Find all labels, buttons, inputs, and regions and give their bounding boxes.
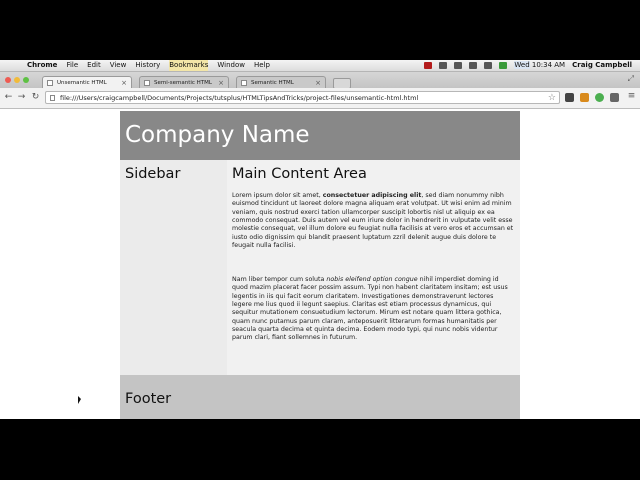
menu-list: Chrome File Edit View History Bookmarks … xyxy=(27,60,270,71)
url-text: file:///Users/craigcampbell/Documents/Pr… xyxy=(60,94,419,102)
tab-label: Semantic HTML xyxy=(251,80,294,86)
paragraph-1: Lorem ipsum dolor sit amet, consectetuer… xyxy=(232,192,514,250)
window-controls xyxy=(5,77,29,83)
fullscreen-icon[interactable]: ⤢ xyxy=(628,74,634,84)
wifi-icon[interactable] xyxy=(484,62,493,69)
menu-window[interactable]: Window xyxy=(217,60,245,71)
page-container: Company Name Sidebar Main Content Area L… xyxy=(120,111,520,419)
p1-text-end: , sed diam nonummy nibh euismod tincidun… xyxy=(232,192,514,250)
page-icon xyxy=(144,80,150,86)
zoom-window-icon[interactable] xyxy=(23,77,29,83)
eyedropper-icon[interactable] xyxy=(565,93,574,102)
time-machine-icon[interactable] xyxy=(454,62,463,69)
page-icon xyxy=(47,80,53,86)
address-bar[interactable]: file:///Users/craigcampbell/Documents/Pr… xyxy=(45,91,560,104)
p2-text-end: nihil imperdiet doming id quod mazim pla… xyxy=(232,276,508,342)
mouse-cursor-icon xyxy=(78,396,81,404)
menu-file[interactable]: File xyxy=(66,60,78,71)
close-icon[interactable]: × xyxy=(121,77,127,88)
page-icon xyxy=(50,95,55,101)
extension-icon[interactable] xyxy=(580,93,589,102)
tab-strip: Unsemantic HTML × Semi-semantic HTML × S… xyxy=(0,72,640,89)
close-icon[interactable]: × xyxy=(315,77,321,88)
tab-label: Unsemantic HTML xyxy=(57,80,107,86)
clock-time: 10:34 AM xyxy=(531,61,566,69)
tab-semi-semantic[interactable]: Semi-semantic HTML × xyxy=(139,76,229,88)
tab-unsemantic[interactable]: Unsemantic HTML × xyxy=(42,76,132,88)
main-content: Main Content Area Lorem ipsum dolor sit … xyxy=(227,160,520,375)
main-content-title: Main Content Area xyxy=(232,166,367,182)
sidebar-title: Sidebar xyxy=(125,166,181,182)
menu-history[interactable]: History xyxy=(135,60,160,71)
clock-day: Wed xyxy=(514,61,530,69)
menu-help[interactable]: Help xyxy=(254,60,270,71)
company-name: Company Name xyxy=(125,122,310,148)
browser-toolbar: ← → ↻ file:///Users/craigcampbell/Docume… xyxy=(0,88,640,109)
menu-view[interactable]: View xyxy=(110,60,127,71)
menu-edit[interactable]: Edit xyxy=(87,60,101,71)
extension-icon[interactable] xyxy=(595,93,604,102)
status-area: Wed 10:34 AM Craig Campbell xyxy=(424,60,632,71)
menu-bookmarks[interactable]: Bookmarks xyxy=(169,60,209,71)
minimize-window-icon[interactable] xyxy=(14,77,20,83)
p2-text-start: Nam liber tempor cum soluta xyxy=(232,276,327,283)
p1-text-start: Lorem ipsum dolor sit amet, xyxy=(232,192,323,199)
page-header: Company Name xyxy=(120,111,520,160)
volume-icon[interactable] xyxy=(469,62,478,69)
clock[interactable]: Wed 10:34 AM xyxy=(514,60,565,71)
p2-italic-text: nobis eleifend option congue xyxy=(326,276,418,283)
menu-bar: Chrome File Edit View History Bookmarks … xyxy=(0,60,640,72)
page-footer: Footer xyxy=(120,375,520,419)
user-name[interactable]: Craig Campbell xyxy=(572,60,632,71)
screen: Chrome File Edit View History Bookmarks … xyxy=(0,60,640,419)
hamburger-icon[interactable]: ≡ xyxy=(626,91,637,101)
battery-icon[interactable] xyxy=(499,62,508,69)
close-icon[interactable]: × xyxy=(218,77,224,88)
star-icon[interactable]: ☆ xyxy=(548,92,556,105)
back-arrow-icon[interactable]: ← xyxy=(3,92,14,102)
close-window-icon[interactable] xyxy=(5,77,11,83)
tab-semantic[interactable]: Semantic HTML × xyxy=(236,76,326,88)
menu-app-name[interactable]: Chrome xyxy=(27,60,57,71)
page-icon xyxy=(241,80,247,86)
p1-bold-text: consectetuer adipiscing elit xyxy=(322,192,422,199)
paragraph-2: Nam liber tempor cum soluta nobis eleife… xyxy=(232,276,514,343)
tab-label: Semi-semantic HTML xyxy=(154,80,212,86)
pen-icon[interactable] xyxy=(610,93,619,102)
recording-icon[interactable] xyxy=(424,62,433,69)
reload-icon[interactable]: ↻ xyxy=(30,92,41,102)
forward-arrow-icon[interactable]: → xyxy=(16,92,27,102)
footer-title: Footer xyxy=(125,391,172,407)
display-icon[interactable] xyxy=(439,62,448,69)
sidebar: Sidebar xyxy=(120,160,227,375)
